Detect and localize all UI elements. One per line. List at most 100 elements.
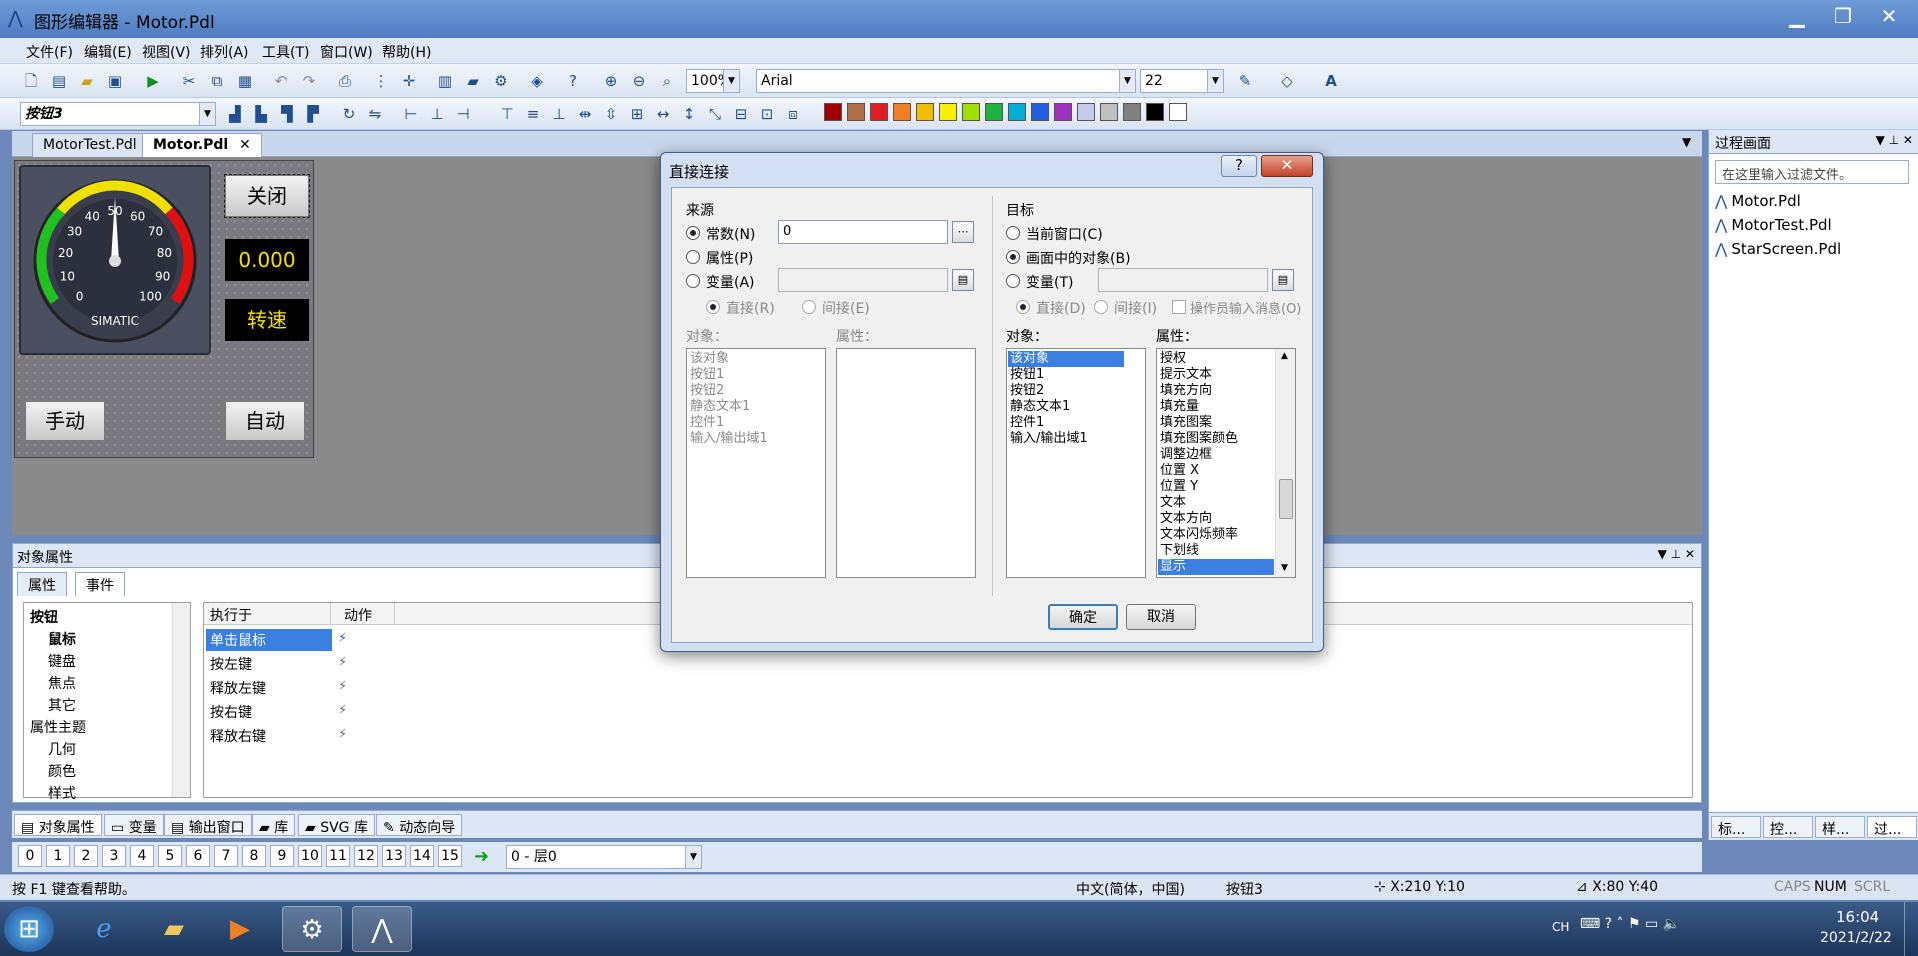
layer-button[interactable]: 12 bbox=[354, 845, 378, 867]
layers-icon[interactable]: ▥ bbox=[434, 70, 456, 92]
copy-icon[interactable]: ⧉ bbox=[206, 70, 228, 92]
list-item[interactable]: 文本方向 bbox=[1160, 511, 1212, 527]
lightning-icon[interactable]: ⚡ bbox=[338, 679, 347, 694]
layer-button[interactable]: 14 bbox=[410, 845, 434, 867]
target-variable-radio[interactable] bbox=[1006, 274, 1020, 288]
tab-motortest[interactable]: MotorTest.Pdl bbox=[32, 133, 148, 157]
forward-icon[interactable]: ▜ bbox=[276, 103, 298, 125]
menu-edit[interactable]: 编辑(E) bbox=[84, 42, 132, 62]
tree-node[interactable]: 其它 bbox=[48, 695, 76, 717]
tab-motor[interactable]: Motor.Pdl ✕ bbox=[142, 133, 262, 157]
help-pointer-icon[interactable]: ? bbox=[562, 70, 584, 92]
filter-input[interactable]: 在这里输入过滤文件。 bbox=[1715, 160, 1909, 184]
layer-button[interactable]: 4 bbox=[130, 845, 154, 867]
menu-view[interactable]: 视图(V) bbox=[142, 42, 191, 62]
list-item[interactable]: 按钮2 bbox=[690, 383, 724, 399]
lightning-icon[interactable]: ⚡ bbox=[338, 655, 347, 670]
wincc-icon[interactable]: ⚙ bbox=[282, 906, 342, 952]
open-icon[interactable]: ▰ bbox=[76, 70, 98, 92]
list-item[interactable]: 输入/输出域1 bbox=[690, 431, 768, 447]
layer-button[interactable]: 0 bbox=[18, 845, 42, 867]
ok-button[interactable]: 确定 bbox=[1048, 604, 1118, 630]
variable-browse-button[interactable]: ▤ bbox=[952, 269, 974, 291]
rotate-icon[interactable]: ↻ bbox=[338, 103, 360, 125]
panel-controls-icon[interactable]: ▼ ⊥ ✕ bbox=[1658, 547, 1695, 561]
backward-icon[interactable]: ▛ bbox=[302, 103, 324, 125]
line-color-icon[interactable]: ✎ bbox=[1234, 70, 1256, 92]
list-item[interactable]: 填充图案颜色 bbox=[1160, 431, 1238, 447]
list-item[interactable]: 填充图案 bbox=[1160, 415, 1212, 431]
align-center-icon[interactable]: ⊥ bbox=[426, 103, 448, 125]
mirror-icon[interactable]: ⇋ bbox=[364, 103, 386, 125]
list-item[interactable]: 静态文本1 bbox=[690, 399, 750, 415]
print-icon[interactable]: ⎙ bbox=[334, 70, 356, 92]
source-indirect-radio[interactable] bbox=[802, 300, 816, 314]
undo-icon[interactable]: ↶ bbox=[270, 70, 292, 92]
save-icon[interactable]: ▣ bbox=[104, 70, 126, 92]
dock-tab-object-properties[interactable]: ▤ 对象属性 bbox=[14, 814, 102, 836]
align-middle-icon[interactable]: ≡ bbox=[522, 103, 544, 125]
event-row[interactable]: 单击鼠标 bbox=[206, 629, 332, 651]
speed-gauge[interactable]: 0102030405060708090100 SIMATIC bbox=[19, 165, 211, 355]
ie-icon[interactable]: ℯ bbox=[74, 906, 134, 952]
scroll-up-icon[interactable]: ▲ bbox=[1281, 351, 1288, 361]
same-height-icon[interactable]: ↕ bbox=[678, 103, 700, 125]
tab-list-icon[interactable]: ▼ bbox=[1682, 135, 1691, 149]
manual-button[interactable]: 手动 bbox=[25, 401, 105, 441]
font-combo[interactable]: Arial ▼ bbox=[756, 69, 1136, 93]
distribute-v-icon[interactable]: ⇳ bbox=[600, 103, 622, 125]
tree-scrollbar[interactable] bbox=[172, 603, 190, 797]
list-item[interactable]: 该对象 bbox=[1008, 351, 1124, 367]
grid-icon[interactable]: ⋮ bbox=[370, 70, 392, 92]
target-object-radio[interactable] bbox=[1006, 250, 1020, 264]
tray-date[interactable]: 2021/2/22 bbox=[1820, 930, 1892, 946]
layer-arrow-icon[interactable]: ➜ bbox=[474, 846, 489, 867]
list-item[interactable]: 文本闪烁频率 bbox=[1160, 527, 1238, 543]
source-direct-radio[interactable] bbox=[706, 300, 720, 314]
layer-combo[interactable]: 0 - 层0 ▼ bbox=[506, 845, 702, 869]
list-item[interactable]: 位置 X bbox=[1160, 463, 1199, 479]
tab-events[interactable]: 事件 bbox=[75, 572, 125, 596]
color-swatch[interactable] bbox=[1054, 103, 1072, 121]
value-display[interactable]: 0.000 bbox=[225, 239, 309, 281]
close-window-button[interactable]: ✕ bbox=[1866, 2, 1912, 30]
list-item[interactable]: 位置 Y bbox=[1160, 479, 1198, 495]
color-swatch[interactable] bbox=[1123, 103, 1141, 121]
font-color-icon[interactable]: A bbox=[1320, 70, 1342, 92]
color-swatch[interactable] bbox=[1146, 103, 1164, 121]
distribute-h-icon[interactable]: ⇹ bbox=[574, 103, 596, 125]
list-item[interactable]: 授权 bbox=[1160, 351, 1186, 367]
tree-node[interactable]: 样式 bbox=[48, 783, 76, 805]
list-item[interactable]: 控件1 bbox=[690, 415, 724, 431]
scroll-thumb[interactable] bbox=[1279, 479, 1293, 519]
source-constant-label[interactable]: 常数(N) bbox=[706, 224, 755, 244]
dock-tab-output[interactable]: ▤ 输出窗口 bbox=[164, 814, 252, 836]
redo-icon[interactable]: ↷ bbox=[298, 70, 320, 92]
tree-node[interactable]: 几何 bbox=[48, 739, 76, 761]
fill-color-icon[interactable]: ◇ bbox=[1276, 70, 1298, 92]
lightning-icon[interactable]: ⚡ bbox=[338, 703, 347, 718]
list-item[interactable]: 按钮1 bbox=[690, 367, 724, 383]
align-left-icon[interactable]: ⊢ bbox=[400, 103, 422, 125]
file-item[interactable]: ⋀ Motor.Pdl bbox=[1715, 192, 1801, 214]
list-item[interactable]: 填充量 bbox=[1160, 399, 1199, 415]
list-item[interactable]: 调整边框 bbox=[1160, 447, 1212, 463]
close-tab-icon[interactable]: ✕ bbox=[239, 137, 251, 153]
source-variable-radio[interactable] bbox=[686, 274, 700, 288]
menu-help[interactable]: 帮助(H) bbox=[382, 42, 431, 62]
source-variable-input[interactable] bbox=[778, 268, 948, 292]
screen-close-button[interactable]: 关闭 bbox=[224, 174, 310, 218]
source-constant-radio[interactable] bbox=[686, 226, 700, 240]
font-size-combo[interactable]: 22 ▼ bbox=[1140, 69, 1224, 93]
event-row[interactable]: 按右键 bbox=[206, 701, 332, 723]
cancel-button[interactable]: 取消 bbox=[1126, 604, 1196, 630]
object-name-combo[interactable]: 按钮3 ▼ bbox=[20, 102, 216, 126]
dynamic-icon[interactable]: ◈ bbox=[526, 70, 548, 92]
center-h-icon[interactable]: ⊞ bbox=[626, 103, 648, 125]
explorer-icon[interactable]: ▰ bbox=[144, 906, 204, 952]
list-item[interactable]: 控件1 bbox=[1010, 415, 1044, 431]
layer-button[interactable]: 13 bbox=[382, 845, 406, 867]
tree-node[interactable]: 鼠标 bbox=[48, 629, 76, 651]
color-swatch[interactable] bbox=[847, 103, 865, 121]
color-swatch[interactable] bbox=[1100, 103, 1118, 121]
